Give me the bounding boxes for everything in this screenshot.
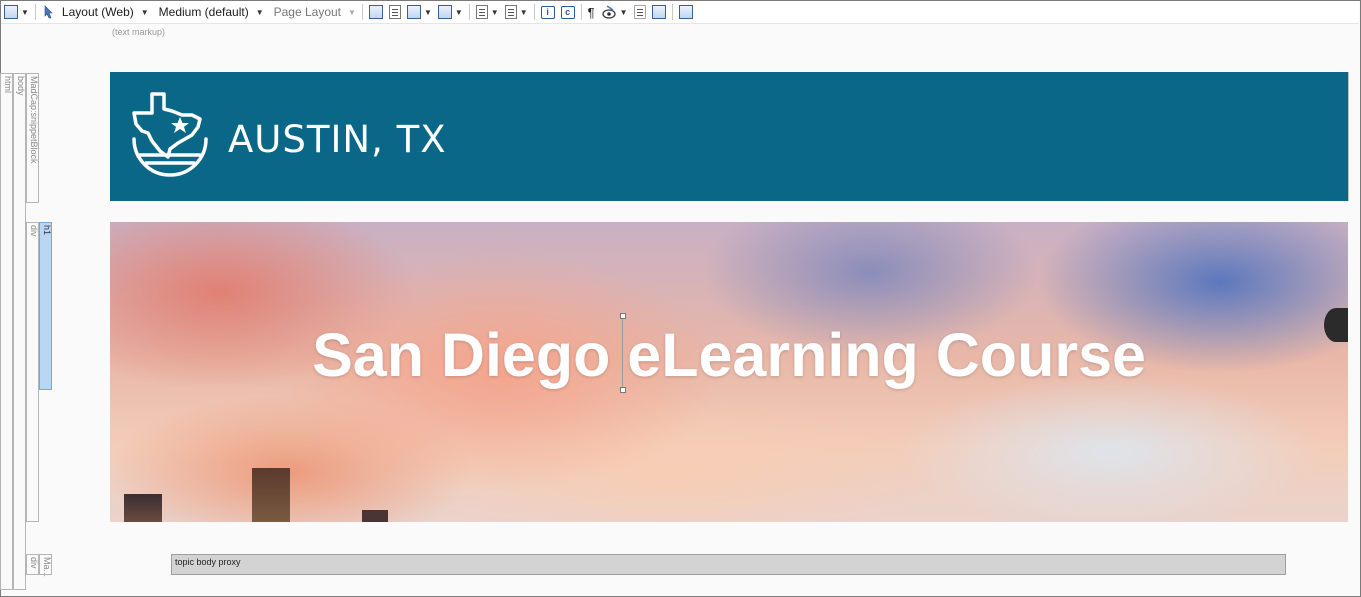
toolbar-separator — [533, 4, 535, 20]
toolbar-separator — [34, 4, 36, 20]
frame-icon — [678, 5, 693, 19]
structure-bar-madcap[interactable]: Ma... — [39, 554, 52, 578]
toolbar-separator — [580, 4, 582, 20]
copy-icon — [633, 5, 646, 19]
toolbar-separator — [361, 4, 363, 20]
toolbar-separator — [671, 4, 673, 20]
preview-button[interactable]: ▼ — [1, 2, 32, 22]
image-icon — [368, 5, 383, 19]
brand-title: AUSTIN, TX — [228, 118, 447, 161]
structure-label: div — [29, 225, 39, 237]
page-layout-dropdown[interactable]: Page Layout ▼ — [267, 2, 359, 22]
pilcrow-icon: ¶ — [587, 4, 595, 20]
copy-button[interactable] — [631, 2, 649, 22]
page-title[interactable]: San Diego eLearning Course — [110, 320, 1348, 390]
structure-label: body — [16, 76, 26, 96]
duplicate-icon — [651, 5, 666, 19]
structure-bar-h1[interactable]: h1 — [39, 222, 52, 390]
insert-variable-button[interactable]: ▼ — [473, 2, 502, 22]
toolbar-separator — [468, 4, 470, 20]
concept-icon: c — [560, 5, 575, 19]
insert-image-button[interactable] — [366, 2, 386, 22]
link-icon — [437, 5, 452, 19]
medium-dropdown[interactable]: Medium (default) ▼ — [152, 2, 267, 22]
layout-dropdown[interactable]: Layout (Web) ▼ — [39, 2, 152, 22]
texas-logo-icon — [130, 91, 210, 181]
index-icon: i — [540, 5, 555, 19]
pointer-icon — [42, 4, 58, 20]
chevron-down-icon: ▼ — [454, 7, 463, 17]
show-marks-button[interactable]: ¶ — [585, 2, 598, 22]
variable-icon — [475, 5, 488, 19]
insert-picture-button[interactable]: ▼ — [404, 2, 435, 22]
topic-body-proxy[interactable]: topic body proxy — [171, 554, 1286, 575]
chevron-down-icon: ▼ — [21, 7, 29, 17]
preview-icon — [4, 5, 18, 19]
layout-label: Layout (Web) — [61, 5, 134, 19]
insert-link-button[interactable]: ▼ — [435, 2, 466, 22]
structure-label: Ma... — [42, 557, 52, 578]
chevron-down-icon: ▼ — [519, 7, 528, 17]
structure-bar-div-bottom[interactable]: div — [26, 554, 39, 575]
insert-frame-button[interactable] — [676, 2, 696, 22]
show-tags-button[interactable]: ▼ — [598, 2, 631, 22]
chevron-down-icon: ▼ — [423, 7, 432, 17]
eye-icon — [601, 4, 617, 20]
page-layout-label: Page Layout — [273, 5, 342, 19]
structure-label: html — [3, 76, 13, 94]
structure-label: div — [29, 557, 39, 569]
concept-button[interactable]: c — [558, 2, 578, 22]
building-tower — [252, 468, 290, 522]
editor-toolbar: ▼ Layout (Web) ▼ Medium (default) ▼ Page… — [1, 1, 1359, 24]
insert-text-button[interactable]: ▼ — [502, 2, 531, 22]
duplicate-button[interactable] — [649, 2, 669, 22]
chevron-down-icon: ▼ — [140, 7, 149, 17]
structure-bar-div[interactable]: div — [26, 222, 39, 522]
chevron-down-icon: ▼ — [490, 7, 499, 17]
banner-edge — [1348, 72, 1349, 201]
insert-multimedia-button[interactable] — [386, 2, 404, 22]
chevron-down-icon: ▼ — [255, 7, 264, 17]
multimedia-icon — [388, 5, 401, 19]
chevron-down-icon: ▼ — [619, 7, 628, 17]
structure-bar-snippet-block[interactable]: MadCap:snippetBlock — [26, 73, 39, 203]
text-markup-label: (text markup) — [112, 27, 166, 37]
structure-bar-body[interactable]: body — [13, 73, 26, 590]
hero-image[interactable]: San Diego eLearning Course — [110, 222, 1348, 522]
building-left — [124, 494, 162, 522]
structure-label: MadCap:snippetBlock — [29, 76, 39, 164]
structure-label: h1 — [42, 225, 52, 236]
selection-handle-top[interactable] — [620, 313, 626, 319]
building-short — [362, 510, 388, 522]
index-button[interactable]: i — [538, 2, 558, 22]
structure-bar-html[interactable]: html — [0, 73, 13, 590]
medium-label: Medium (default) — [158, 5, 249, 19]
picture-icon — [406, 5, 421, 19]
text-icon — [504, 5, 517, 19]
chevron-down-icon: ▼ — [348, 7, 356, 17]
